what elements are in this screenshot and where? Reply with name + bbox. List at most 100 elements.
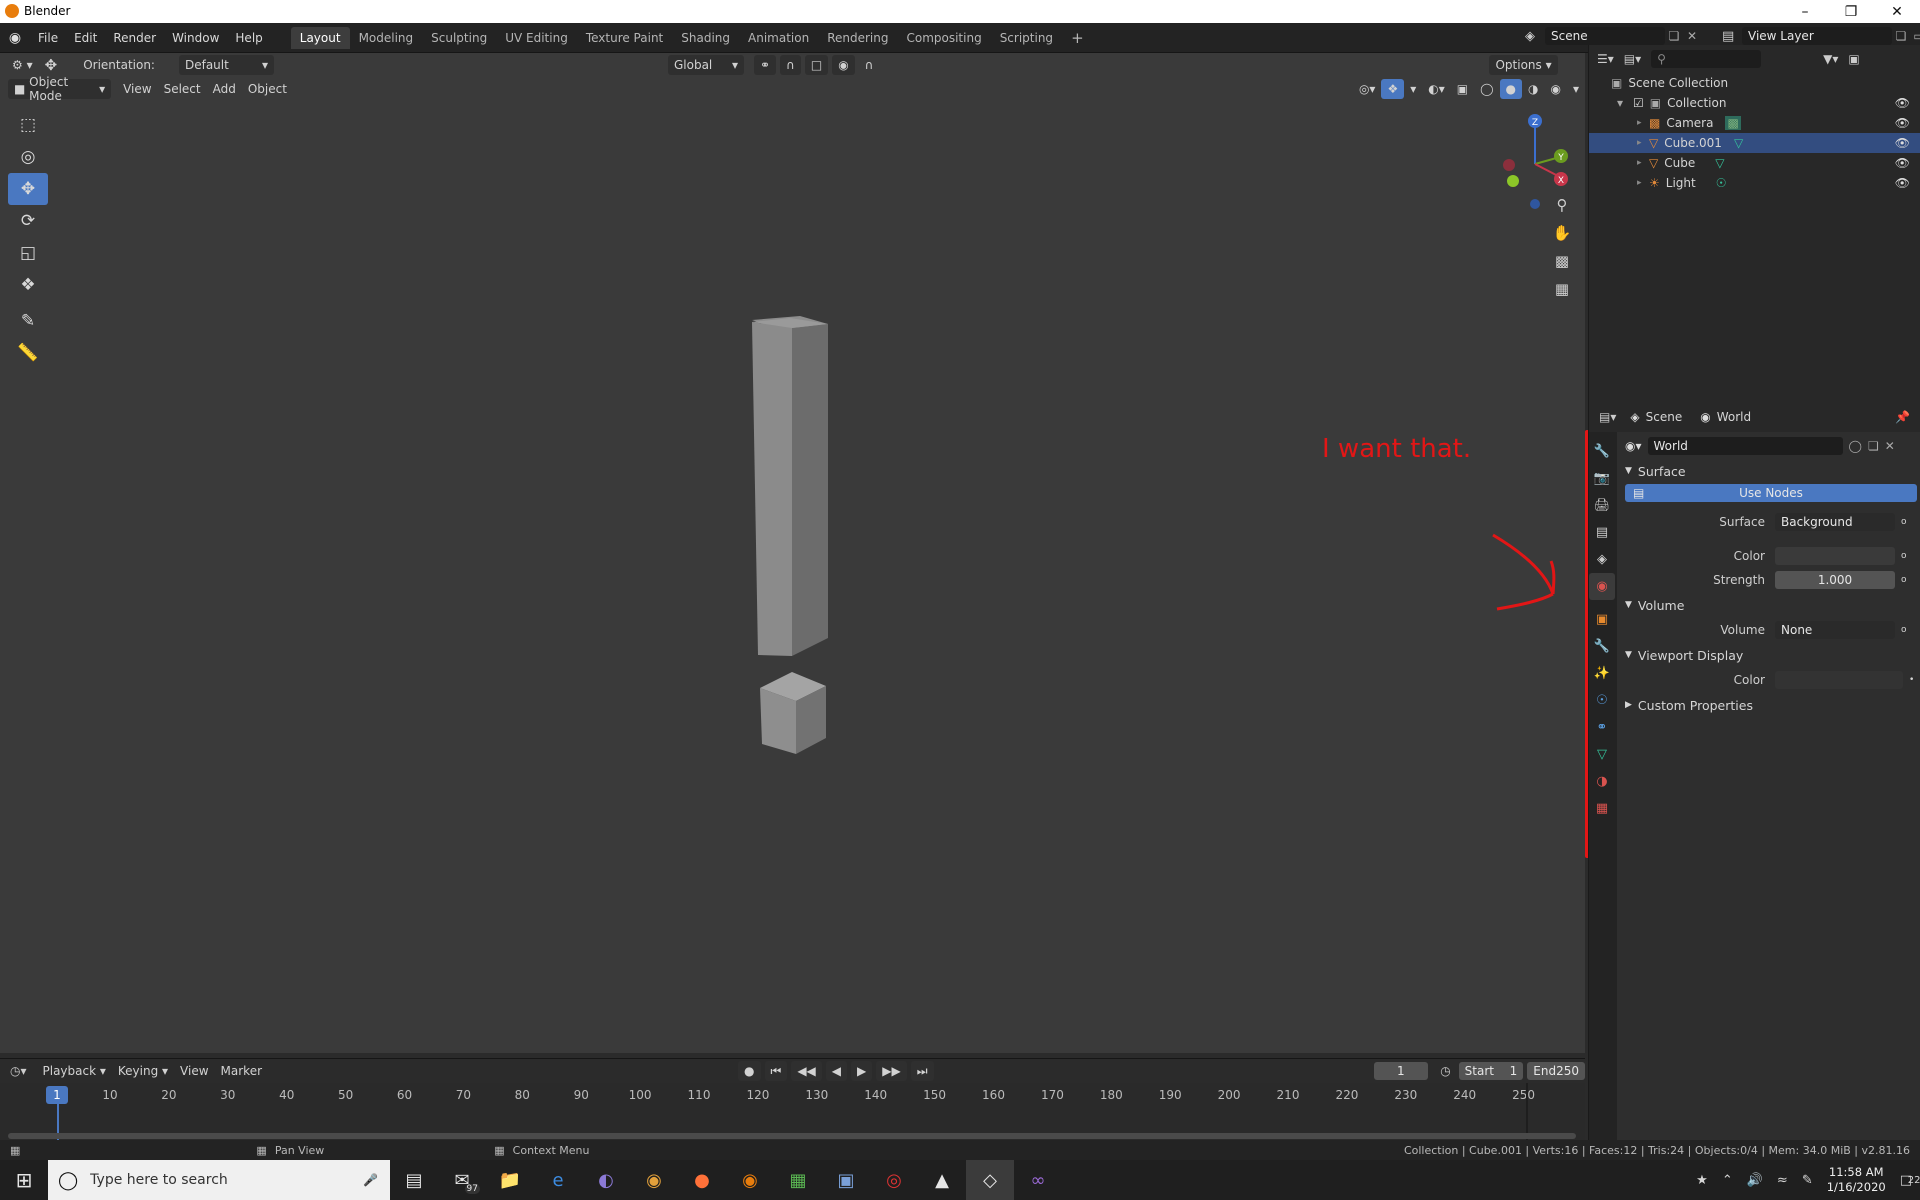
rendered-shading-icon[interactable]: ◉ bbox=[1544, 79, 1566, 99]
clock-icon[interactable]: ◷ bbox=[1440, 1064, 1450, 1078]
fake-user-icon[interactable]: ◯ bbox=[1849, 439, 1862, 453]
zoom-icon[interactable]: ⚲ bbox=[1548, 191, 1576, 219]
mail-icon[interactable]: ✉ 97 bbox=[438, 1160, 486, 1200]
options-dropdown[interactable]: Options ▾ bbox=[1489, 55, 1558, 75]
tab-uv-editing[interactable]: UV Editing bbox=[496, 27, 577, 49]
tray-chevron-up-icon[interactable]: ⌃ bbox=[1722, 1173, 1733, 1188]
view-layer-selector[interactable]: View Layer bbox=[1742, 27, 1892, 45]
surface-section[interactable]: ▼ Surface bbox=[1625, 458, 1917, 484]
visual-studio-icon[interactable]: ∞ bbox=[1014, 1160, 1062, 1200]
view-layer-icon[interactable]: ▤ bbox=[1589, 519, 1615, 546]
eye-icon[interactable]: 👁 bbox=[1895, 96, 1910, 110]
3d-viewport[interactable]: ⚙ ▾ ✥ Orientation: Default ▾ Global ▾ ⚭ ∩ … bbox=[0, 53, 1585, 1053]
color-swatch[interactable] bbox=[1775, 547, 1895, 565]
duplicate-icon[interactable]: ❏ bbox=[1868, 439, 1879, 453]
maximize-button[interactable]: ❐ bbox=[1828, 0, 1874, 23]
cursor-tool-icon[interactable]: ◎ bbox=[8, 141, 48, 173]
notifications-icon[interactable]: □ 22 bbox=[1900, 1173, 1920, 1188]
pivot-point-icon[interactable]: ⚭ bbox=[753, 55, 777, 75]
annotate-tool-icon[interactable]: ✎ bbox=[8, 305, 48, 337]
timeline-editor-type-icon[interactable]: ◷▾ bbox=[10, 1064, 27, 1078]
close-button[interactable]: ✕ bbox=[1874, 0, 1920, 23]
menu-edit[interactable]: Edit bbox=[66, 23, 105, 53]
constraints-icon[interactable]: ⚭ bbox=[1589, 714, 1615, 741]
expand-arrow-icon[interactable]: ▸ bbox=[1637, 118, 1649, 128]
menu-add[interactable]: Add bbox=[207, 79, 242, 99]
volume-icon[interactable]: 🔊 bbox=[1747, 1173, 1763, 1188]
gizmo-dropdown-icon[interactable]: ▾ bbox=[1404, 79, 1422, 99]
measure-tool-icon[interactable]: 📏 bbox=[8, 337, 48, 369]
material-icon[interactable]: ◑ bbox=[1589, 768, 1615, 795]
world-icon[interactable]: ◉ bbox=[1589, 573, 1615, 600]
jump-end-icon[interactable]: ⏭ bbox=[910, 1061, 934, 1081]
mode-dropdown[interactable]: ■ Object Mode ▾ bbox=[8, 75, 112, 103]
wifi-icon[interactable]: ≈ bbox=[1777, 1173, 1788, 1188]
surface-shader-field[interactable]: Background bbox=[1775, 513, 1895, 531]
timeline-view-menu[interactable]: View bbox=[174, 1061, 214, 1081]
move-tool-button[interactable]: ✥ bbox=[8, 173, 48, 205]
ortho-grid-icon[interactable]: ▦ bbox=[1548, 275, 1576, 303]
mesh-data-icon[interactable]: ▽ bbox=[1734, 136, 1743, 150]
physics-icon[interactable]: ☉ bbox=[1589, 687, 1615, 714]
solid-shading-icon[interactable]: ● bbox=[1499, 79, 1522, 99]
task-view-icon[interactable]: ▤ bbox=[390, 1160, 438, 1200]
socket-icon[interactable]: o bbox=[1901, 625, 1907, 635]
output-icon[interactable]: 🖨 bbox=[1589, 492, 1615, 519]
timeline-area[interactable]: 1 10 20 30 40 50 60 70 80 90 100 110 120 130 140 150 160… bbox=[0, 1083, 1585, 1141]
new-collection-icon[interactable]: ▣ bbox=[1848, 52, 1859, 66]
tab-rendering[interactable]: Rendering bbox=[818, 27, 897, 49]
properties-editor-type-icon[interactable]: ▤▾ bbox=[1599, 410, 1616, 424]
menu-select[interactable]: Select bbox=[158, 79, 207, 99]
camera-data-icon[interactable]: ▩ bbox=[1725, 116, 1741, 130]
windows-start-icon[interactable]: ⊞ bbox=[0, 1160, 48, 1200]
scene-icon[interactable]: ◈ bbox=[1589, 546, 1615, 573]
unlink-icon[interactable]: ✕ bbox=[1885, 439, 1895, 453]
edge-icon[interactable]: e bbox=[534, 1160, 582, 1200]
scene-selector[interactable]: Scene bbox=[1545, 27, 1665, 45]
eye-icon[interactable]: 👁 bbox=[1895, 156, 1910, 170]
outliner-editor-type-icon[interactable]: ☰▾ bbox=[1597, 52, 1614, 66]
clock[interactable]: 11:58 AM 1/16/2020 bbox=[1827, 1165, 1886, 1195]
microphone-icon[interactable]: 🎤 bbox=[363, 1173, 378, 1187]
expand-arrow-icon[interactable]: ▸ bbox=[1637, 158, 1649, 168]
xray-icon[interactable]: ▣ bbox=[1451, 79, 1474, 99]
overlay-icon[interactable]: ◐▾ bbox=[1422, 79, 1451, 99]
remove-view-layer-icon[interactable]: ▭ bbox=[1910, 29, 1920, 43]
outliner-collection[interactable]: ▾ ☑ ▣ Collection 👁 bbox=[1589, 93, 1920, 113]
transform-orientation-dropdown[interactable]: Global ▾ bbox=[667, 55, 744, 75]
app-grid-icon[interactable]: ▦ bbox=[774, 1160, 822, 1200]
snap-target-icon[interactable]: □ bbox=[804, 55, 829, 75]
new-view-layer-icon[interactable]: ❏ bbox=[1892, 29, 1910, 43]
material-shading-icon[interactable]: ◑ bbox=[1522, 79, 1544, 99]
tab-sculpting[interactable]: Sculpting bbox=[422, 27, 496, 49]
timeline-scrollbar[interactable] bbox=[8, 1133, 1576, 1139]
delete-scene-icon[interactable]: ✕ bbox=[1683, 29, 1701, 43]
use-nodes-button[interactable]: ▤ Use Nodes bbox=[1625, 484, 1917, 502]
obs-icon[interactable]: ◎ bbox=[870, 1160, 918, 1200]
object-icon[interactable]: ▣ bbox=[1589, 606, 1615, 633]
volume-field[interactable]: None bbox=[1775, 621, 1895, 639]
chrome-icon[interactable]: ◉ bbox=[630, 1160, 678, 1200]
blender-menu-icon[interactable]: ◉ bbox=[0, 23, 30, 53]
tab-modeling[interactable]: Modeling bbox=[350, 27, 423, 49]
checkbox-icon[interactable]: ☑ bbox=[1633, 96, 1644, 110]
record-icon[interactable]: ● bbox=[738, 1061, 761, 1081]
particles-icon[interactable]: ✨ bbox=[1589, 660, 1615, 687]
start-frame-field[interactable]: Start 1 bbox=[1458, 1062, 1524, 1080]
outliner-item-cube[interactable]: ▸ ▽ Cube ▽ 👁 bbox=[1589, 153, 1920, 173]
falloff-icon[interactable]: ∩ bbox=[859, 55, 880, 75]
socket-icon[interactable]: o bbox=[1901, 551, 1907, 561]
rotate-tool-icon[interactable]: ⟳ bbox=[8, 205, 48, 237]
tool-icon[interactable]: 🔧 bbox=[1589, 438, 1615, 465]
gizmo-icon[interactable]: ❖ bbox=[1381, 79, 1405, 99]
select-box-tool-icon[interactable]: ⬚ bbox=[8, 109, 48, 141]
breadcrumb-world[interactable]: World bbox=[1717, 410, 1751, 424]
outliner-item-light[interactable]: ▸ ☀ Light ☉ 👁 bbox=[1589, 173, 1920, 193]
people-icon[interactable]: ★ bbox=[1696, 1173, 1708, 1188]
transform-tool-icon[interactable]: ❖ bbox=[8, 269, 48, 301]
texture-icon[interactable]: ▦ bbox=[1589, 795, 1615, 822]
breadcrumb-scene[interactable]: Scene bbox=[1646, 410, 1683, 424]
tab-scripting[interactable]: Scripting bbox=[991, 27, 1062, 49]
eye-icon[interactable]: 👁 bbox=[1895, 136, 1910, 150]
pen-icon[interactable]: ✎ bbox=[1802, 1173, 1813, 1188]
